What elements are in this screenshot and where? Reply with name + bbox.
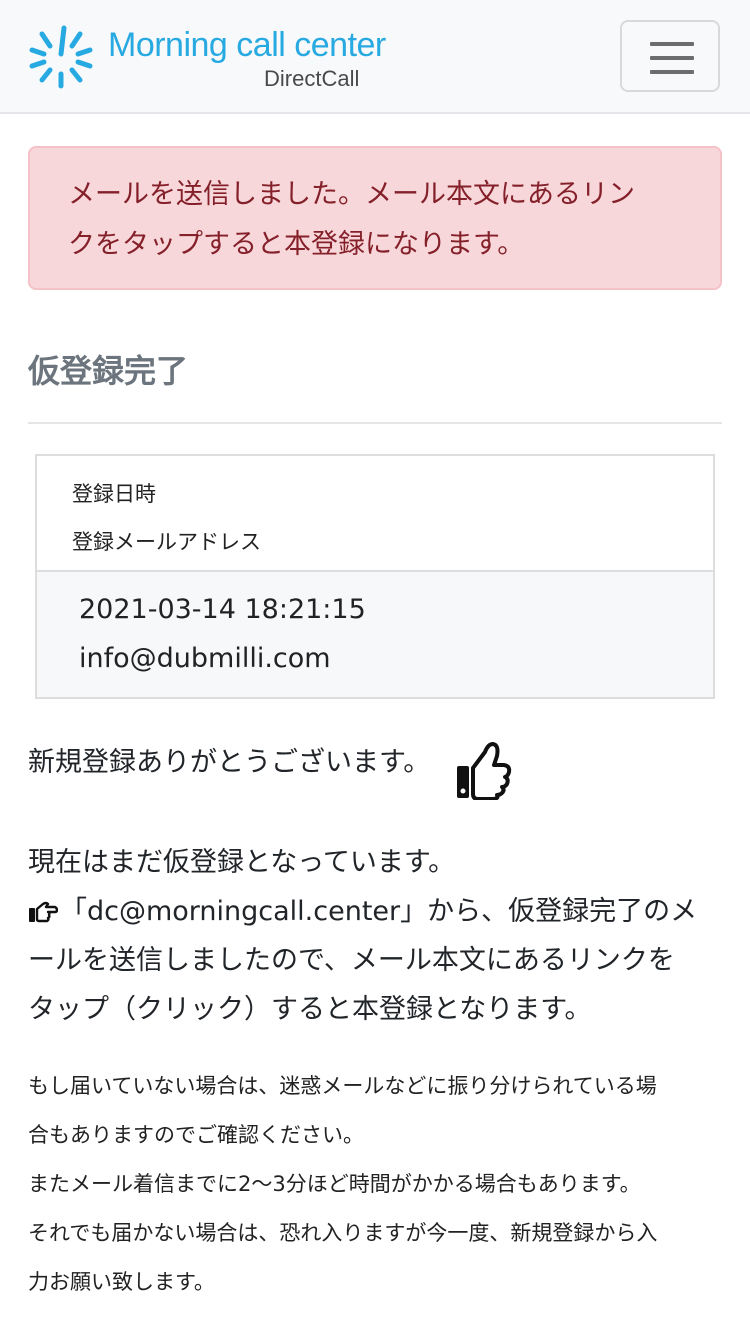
alert-message: メールを送信しました。メール本文にあるリン クをタップすると本登録になります。 [28,146,722,290]
logo-sunburst-icon [29,25,93,89]
logo-title: Morning call center [108,26,386,64]
note-line: もし届いていない場合は、迷惑メールなどに振り分けられている場 [28,1074,657,1098]
message-line: 「dc@morningcall.center」から、仮登録完了のメ [60,896,698,927]
help-note: もし届いていない場合は、迷惑メールなどに振り分けられている場 合もありますのでご… [28,1062,728,1307]
page-title: 仮登録完了 [28,352,189,390]
message-line-with-icon: 「dc@morningcall.center」から、仮登録完了のメ [28,887,728,936]
hamburger-menu-icon [650,56,694,60]
divider [28,422,722,424]
message-line: タップ（クリック）すると本登録となります。 [28,994,592,1025]
logo-subtitle: DirectCall [264,66,360,91]
thanks-text: 新規登録ありがとうございます。 [28,747,431,778]
logo[interactable]: Morning call center DirectCall [28,22,408,94]
message-line: ールを送信しましたので、メール本文にあるリンクを [28,945,675,976]
date-value: 2021-03-14 18:21:15 [79,594,366,625]
menu-toggle-button[interactable] [620,20,720,92]
info-labels: 登録日時 登録メールアドレス [37,456,713,570]
hamburger-menu-icon [650,70,694,74]
thumbs-up-icon [457,742,512,800]
navbar: Morning call center DirectCall [0,0,750,114]
note-line: またメール着信までに2〜3分ほど時間がかかる場合もあります。 [28,1172,641,1196]
hamburger-menu-icon [650,42,694,46]
info-values: 2021-03-14 18:21:15 info@dubmilli.com [37,572,713,697]
message-line: 現在はまだ仮登録となっています。 [28,847,456,878]
email-label: 登録メールアドレス [72,530,261,554]
alert-line: クをタップすると本登録になります。 [68,229,525,260]
date-label: 登録日時 [72,482,156,506]
hand-point-right-icon [29,901,58,923]
email-value: info@dubmilli.com [79,643,331,674]
note-line: 合もありますのでご確認ください。 [28,1123,364,1147]
registration-message: 現在はまだ仮登録となっています。 「dc@morningcall.center」… [28,838,728,1034]
alert-line: メールを送信しました。メール本文にあるリン [68,179,635,210]
note-line: それでも届かない場合は、恐れ入りますが今一度、新規登録から入 [28,1221,658,1245]
note-line: 力お願い致します。 [28,1270,215,1294]
registration-info-box: 登録日時 登録メールアドレス 2021-03-14 18:21:15 info@… [35,454,715,699]
